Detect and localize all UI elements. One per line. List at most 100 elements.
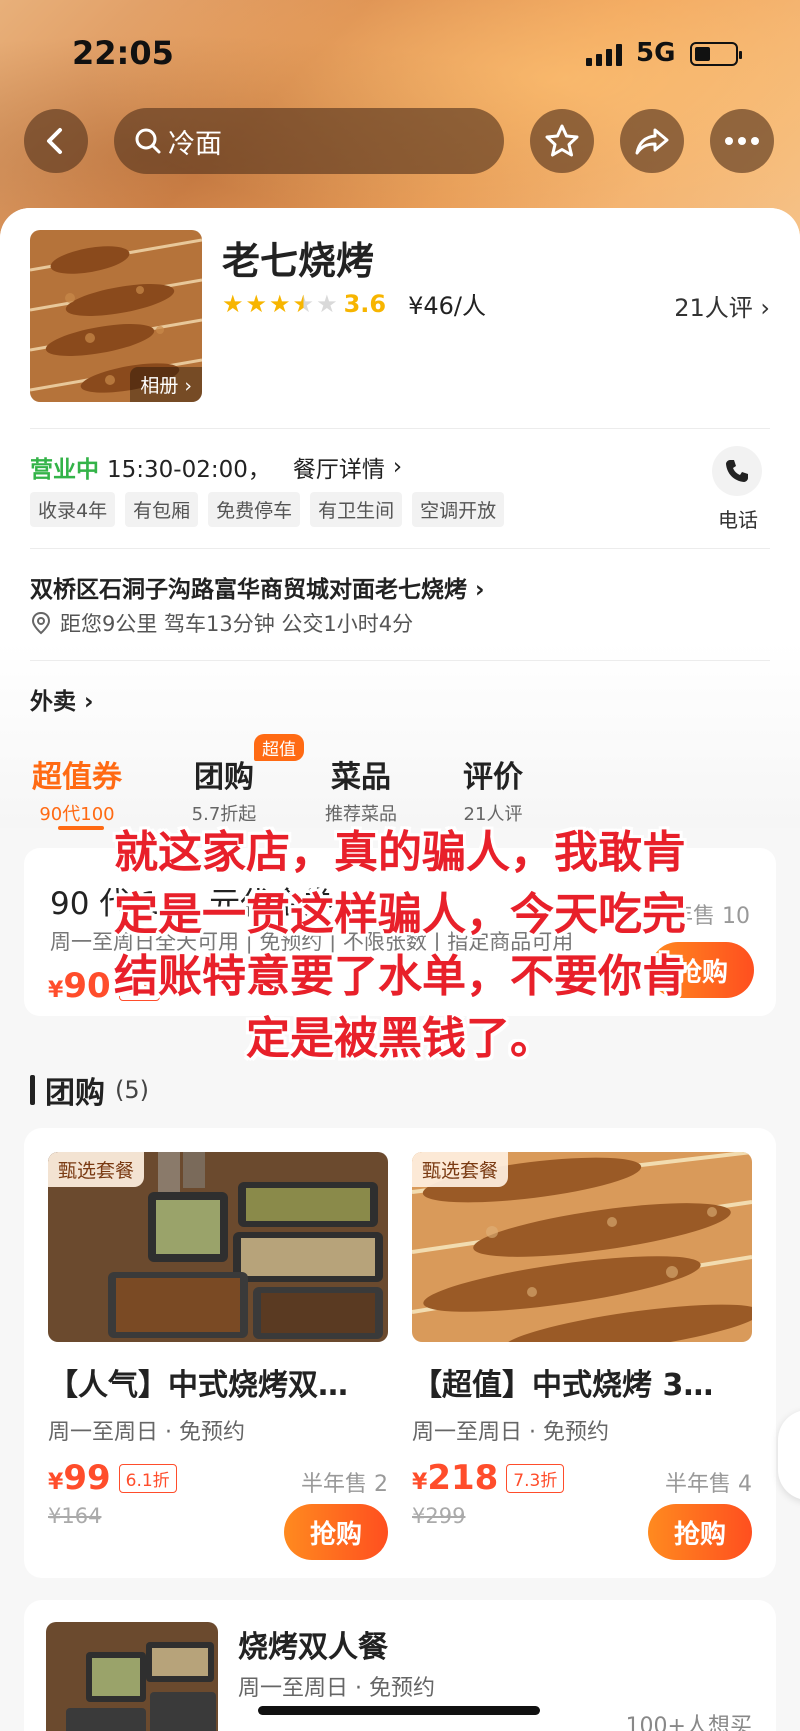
deal-sub: 周一至周日 · 免预约 [412,1420,609,1445]
status-time: 22:05 [72,34,174,72]
group-buy-count: (5) [115,1076,149,1104]
reviews-link[interactable]: 21人评 › [674,288,770,323]
tab-voucher[interactable]: 超值券 90代100 [24,752,130,826]
address-link[interactable]: 双桥区石洞子沟路富华商贸城对面老七烧烤 › [30,570,485,604]
chevron-left-icon [47,128,62,154]
review-count: 21人评 [674,294,753,322]
deal-want-count: 100+人想买 [625,1714,752,1731]
divider [30,428,770,429]
overlay-line: 结账特意要了水单，不要你肯 [114,951,686,1002]
facility-tags: 收录4年 有包厢 免费停车 有卫生间 空调开放 [30,492,505,527]
bbq-platter-photo [46,1622,218,1731]
restaurant-detail-link[interactable]: 餐厅详情 [293,450,385,484]
album-link[interactable]: 相册 › [130,367,202,402]
deal-sold: 半年售 2 [301,1472,388,1497]
overlay-annotation: 就这家店，真的骗人，我敢肯 定是一贯这样骗人，今天吃完 结账特意要了水单，不要你… [0,822,800,1070]
network-label: 5G [636,38,676,68]
tab-dishes[interactable]: 菜品 推荐菜品 [306,752,416,826]
overlay-line: 就这家店，真的骗人，我敢肯 [114,827,686,878]
deal-buy-button[interactable]: 抢购 [648,1504,752,1560]
tab-label: 评价 [463,760,523,795]
status-bar: 22:05 5G [0,30,800,80]
facility-tag: 有卫生间 [310,492,403,527]
tab-label: 超值券 [32,760,122,795]
deal-name: 【超值】中式烧烤 3… [412,1368,714,1403]
more-button[interactable] [710,109,774,173]
hours-text: 15:30-02:00， [107,457,271,483]
star-empty-icon: ★ [316,289,338,318]
shop-address: 双桥区石洞子沟路富华商贸城对面老七烧烤 [30,577,467,603]
search-bar[interactable]: 冷面 [114,108,504,174]
share-button[interactable] [620,109,684,173]
price-per-person: ¥46/人 [408,292,486,320]
tab-label: 菜品 [331,760,391,795]
overlay-line: 定是被黑钱了。 [246,1013,554,1064]
deal-photo: 甄选套餐 [48,1152,388,1342]
deal-tag: 甄选套餐 [48,1152,145,1187]
deal-price: ¥218 7.3折 [412,1458,565,1498]
deal-name: 【人气】中式烧烤双… [48,1368,348,1403]
star-icon: ★ [222,289,244,318]
battery-icon [690,42,742,66]
group-buy-list: 甄选套餐 【人气】中式烧烤双… 周一至周日 · 免预约 ¥99 6.1折 ¥164… [24,1128,776,1578]
tab-group-buy[interactable]: 团购 5.7折起 [174,752,274,826]
deal-name: 烧烤双人餐 [238,1630,388,1665]
divider [30,548,770,549]
deal-price: ¥99 6.1折 [48,1458,177,1498]
signal-icon [586,44,622,66]
phone-label: 电话 [718,508,758,532]
currency-symbol: ¥ [48,1470,64,1495]
star-icon: ★ [245,289,268,318]
back-button[interactable] [24,109,88,173]
deal-price-row: ¥218 7.3折 ¥299 半年售 4 抢购 [412,1458,752,1560]
divider [30,660,770,661]
overlay-line: 定是一贯这样骗人，今天吃完 [114,889,686,940]
deal-original-price: ¥299 [412,1504,466,1528]
open-status: 营业中 [30,457,99,483]
facility-tag: 有包厢 [125,492,199,527]
discount-badge: 6.1折 [118,1463,177,1493]
star-rating: ★ ★ ★ ★ ★ [222,292,338,316]
group-buy-title: 团购 [45,1076,105,1111]
facility-tag: 收录4年 [30,492,116,527]
favorite-button[interactable] [530,109,594,173]
search-icon [135,128,161,154]
phone-icon [726,460,748,482]
section-bar [30,1075,35,1105]
search-query: 冷面 [168,128,222,160]
share-icon [635,128,669,155]
deal-sub: 周一至周日 · 免预约 [238,1676,435,1701]
phone-button[interactable] [712,446,762,496]
shop-photo[interactable]: 相册 › [30,230,202,402]
currency-symbol: ¥ [412,1470,428,1495]
nav-bar: 冷面 [0,108,800,174]
deal-buy-button[interactable]: 抢购 [284,1504,388,1560]
deal-price-value: 99 [63,1458,111,1498]
value-badge: 超值 [254,734,304,761]
deal-card[interactable]: 甄选套餐 【超值】中式烧烤 3… 周一至周日 · 免预约 ¥218 7.3折 ¥2… [412,1152,752,1560]
half-star-icon: ★ [292,289,315,318]
home-indicator [258,1706,540,1715]
deal-sold: 半年售 4 [665,1472,752,1497]
star-icon: ★ [269,289,291,318]
deal-photo [46,1622,218,1731]
deal-price-value: 218 [427,1458,499,1498]
deal-tag: 甄选套餐 [412,1152,509,1187]
takeout-link[interactable]: 外卖 › [30,682,94,716]
album-label: 相册 [140,375,179,397]
deal-card[interactable]: 甄选套餐 【人气】中式烧烤双… 周一至周日 · 免预约 ¥99 6.1折 ¥164… [48,1152,388,1560]
business-hours[interactable]: 营业中 15:30-02:00， 餐厅详情 › [30,450,402,484]
facility-tag: 免费停车 [208,492,301,527]
distance-info: 距您9公里 驾车13分钟 公交1小时4分 [30,608,413,638]
group-buy-header: 团购 (5) [30,1068,149,1112]
rating-score: 3.6 [343,289,387,318]
discount-badge: 7.3折 [506,1463,565,1493]
deal-photo: 甄选套餐 [412,1152,752,1342]
distance-text: 距您9公里 驾车13分钟 公交1小时4分 [60,612,414,636]
rating-row: ★ ★ ★ ★ ★ 3.6 ¥46/人 [222,286,486,321]
tab-reviews[interactable]: 评价 21人评 [448,752,538,826]
star-outline-icon [545,124,579,157]
facility-tag: 空调开放 [412,492,505,527]
chevron-right-icon: › [392,454,403,480]
deal-price-row: ¥99 6.1折 ¥164 半年售 2 抢购 [48,1458,388,1560]
